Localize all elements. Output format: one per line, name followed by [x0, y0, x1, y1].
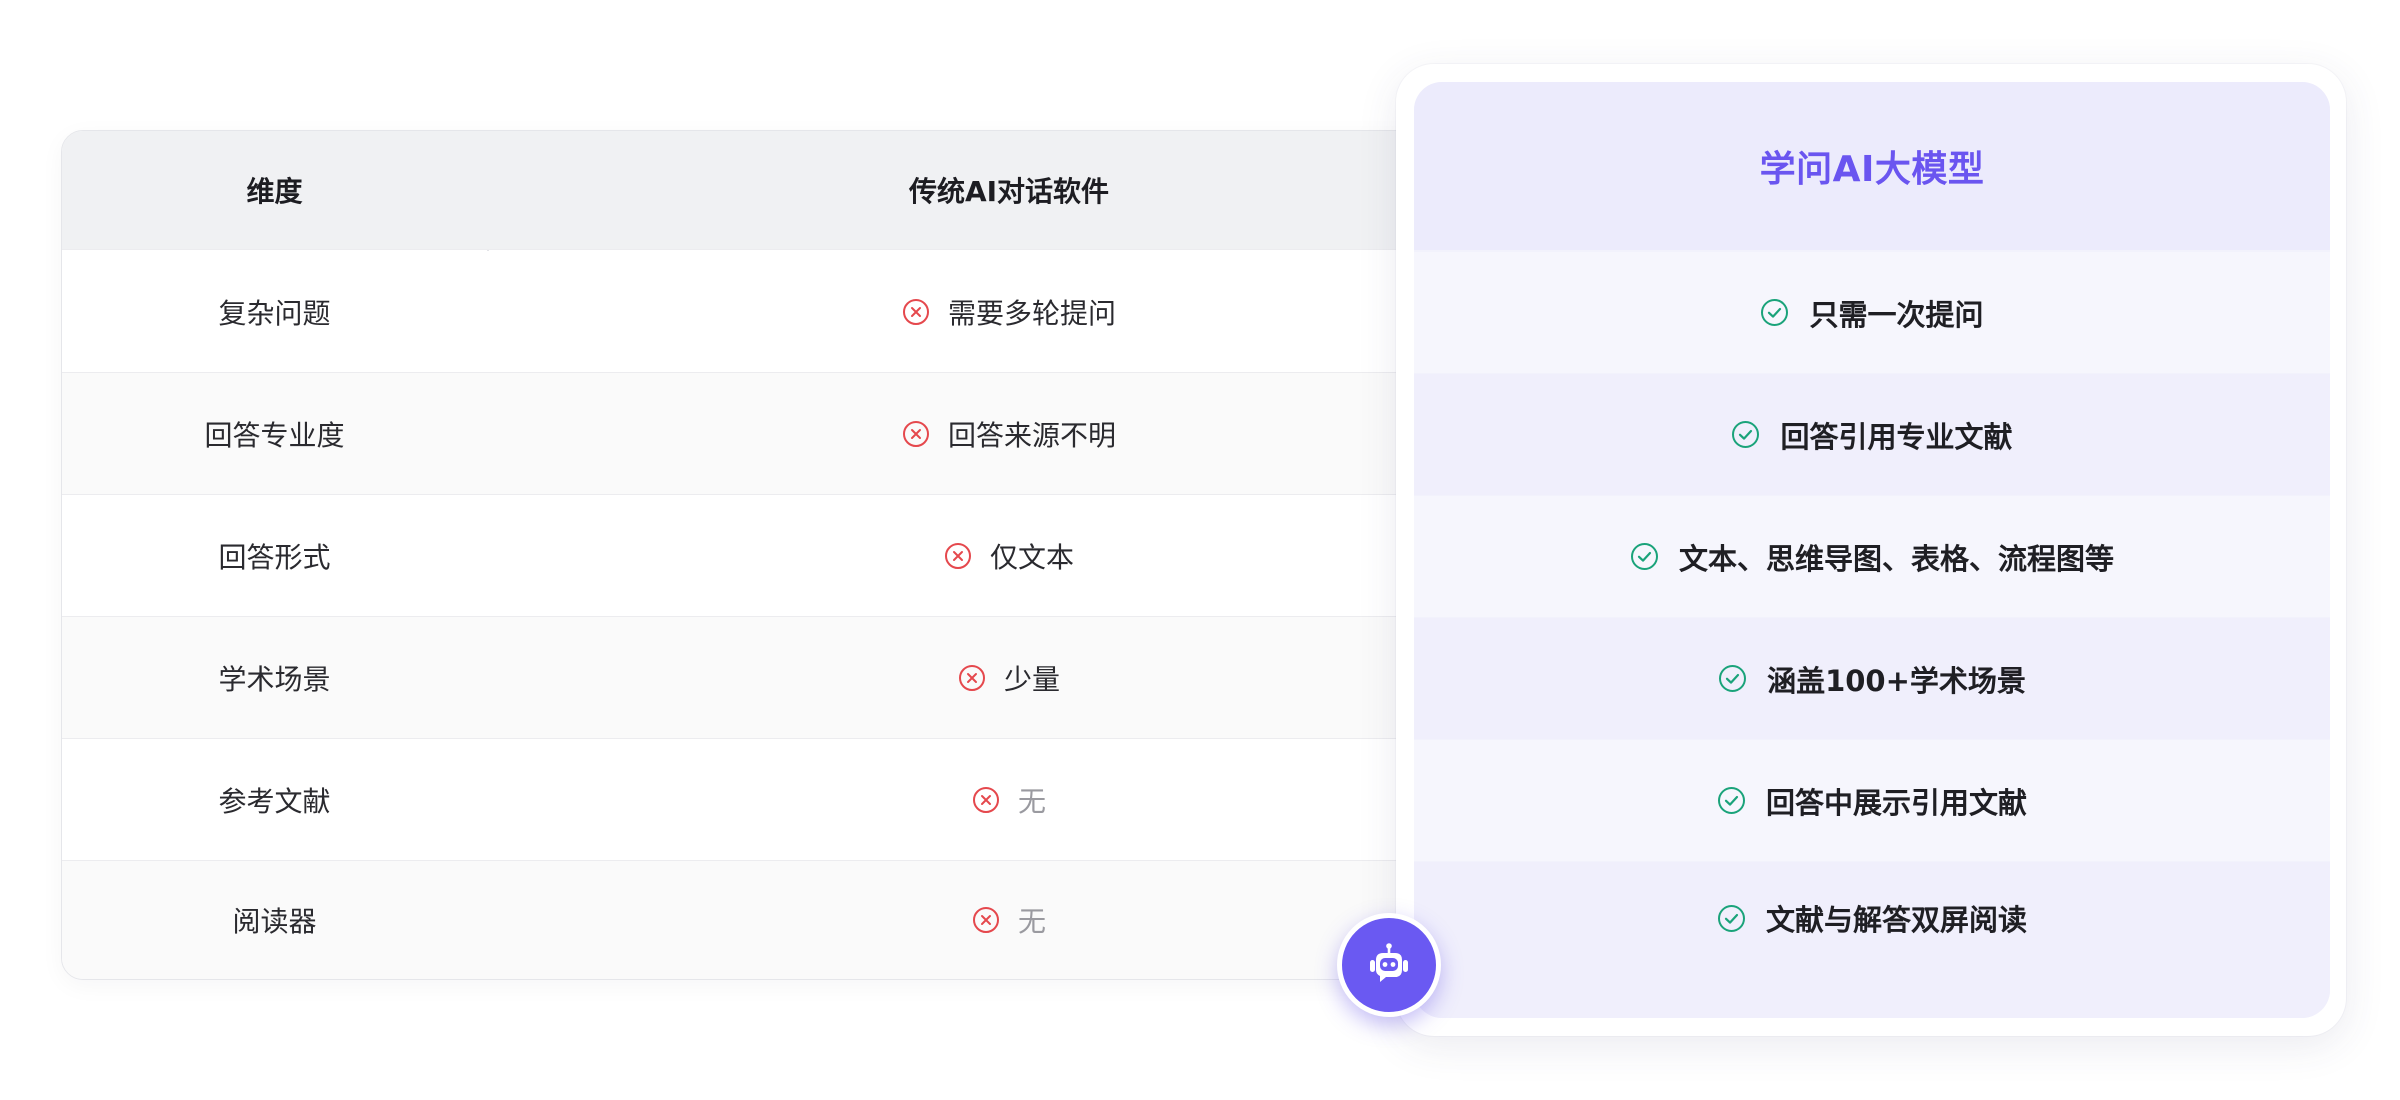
highlight-row: 涵盖100+学术场景	[1414, 618, 2330, 739]
table-row: 参考文献 无	[62, 739, 1542, 861]
highlight-row-content: 文献与解答双屏阅读	[1717, 897, 2027, 939]
highlight-row: 只需一次提问	[1414, 252, 2330, 373]
row-traditional: 仅文本	[489, 495, 1529, 616]
row-traditional: 需要多轮提问	[489, 251, 1529, 372]
table-row: 回答形式 仅文本	[62, 495, 1542, 617]
x-circle-icon	[944, 542, 971, 569]
x-circle-icon	[902, 420, 929, 447]
table-row: 复杂问题 需要多轮提问	[62, 251, 1542, 373]
table-row: 学术场景 少量	[62, 617, 1542, 739]
row-traditional: 回答来源不明	[489, 373, 1529, 494]
x-circle-icon	[972, 786, 999, 813]
row-traditional: 少量	[489, 617, 1529, 738]
highlight-row: 文献与解答双屏阅读	[1414, 862, 2330, 1018]
table-row: 阅读器 无	[62, 861, 1542, 979]
row-traditional: 无	[489, 739, 1529, 860]
table-header-row: 维度 传统AI对话软件	[62, 131, 1542, 250]
highlight-title: 学问AI大模型	[1759, 149, 1985, 190]
traditional-value: 仅文本	[989, 540, 1074, 574]
header-traditional: 传统AI对话软件	[908, 175, 1110, 208]
traditional-value: 无	[1017, 905, 1046, 938]
highlight-row: 文本、思维导图、表格、流程图等	[1414, 496, 2330, 617]
robot-icon	[1370, 943, 1408, 982]
x-circle-icon	[958, 664, 985, 691]
highlight-row: 回答中展示引用文献	[1414, 740, 2330, 861]
highlight-value: 文本、思维导图、表格、流程图等	[1678, 541, 2114, 576]
highlight-value: 文献与解答双屏阅读	[1765, 903, 2027, 937]
traditional-value: 需要多轮提问	[947, 296, 1116, 330]
table-row: 回答专业度 回答来源不明	[62, 373, 1542, 495]
highlight-row: 回答引用专业文献	[1414, 374, 2330, 495]
row-dimension: 回答形式	[218, 540, 331, 574]
highlight-value: 回答引用专业文献	[1780, 419, 2013, 454]
header-dimension: 维度	[246, 175, 303, 208]
traditional-value: 少量	[1003, 662, 1060, 696]
check-circle-icon	[1732, 421, 1760, 448]
x-circle-icon	[902, 298, 929, 325]
check-circle-icon	[1717, 904, 1745, 932]
row-dimension: 参考文献	[218, 784, 331, 818]
check-circle-icon	[1717, 787, 1745, 814]
traditional-value: 无	[1017, 784, 1046, 818]
highlight-card-body: 学问AI大模型 只需一次提问 回答引用专业文献 文本、思维导图、表格、流程图等 …	[1414, 82, 2330, 1018]
highlight-value: 涵盖100+学术场景	[1767, 663, 2026, 698]
highlight-value: 回答中展示引用文献	[1765, 785, 2027, 820]
check-circle-icon	[1761, 299, 1789, 326]
highlight-value: 只需一次提问	[1809, 297, 1984, 332]
comparison-section: 维度 传统AI对话软件 复杂问题 需要多轮提问 回答专业度 回答来源不明 回答形…	[0, 0, 2400, 1100]
comparison-table: 维度 传统AI对话软件 复杂问题 需要多轮提问 回答专业度 回答来源不明 回答形…	[61, 130, 1543, 980]
row-dimension: 复杂问题	[218, 296, 331, 330]
check-circle-icon	[1630, 543, 1658, 570]
highlight-header: 学问AI大模型	[1414, 82, 2330, 250]
row-dimension: 学术场景	[218, 662, 331, 696]
ai-assistant-button[interactable]	[1337, 913, 1441, 1017]
traditional-value: 回答来源不明	[947, 418, 1116, 452]
row-dimension: 回答专业度	[204, 418, 345, 452]
row-dimension: 阅读器	[232, 905, 317, 938]
x-circle-icon	[972, 907, 999, 933]
check-circle-icon	[1719, 665, 1747, 692]
